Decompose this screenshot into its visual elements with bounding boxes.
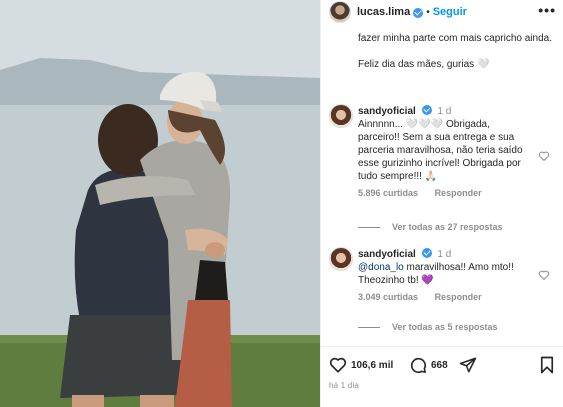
comments-scroll-area[interactable]: fazer minha parte com mais capricho aind… — [321, 26, 563, 346]
comment-like-heart-icon[interactable] — [538, 269, 550, 281]
caption-line-1: fazer minha parte com mais capricho aind… — [358, 33, 552, 44]
post-header: lucas.lima • Seguir ••• — [321, 0, 563, 24]
view-replies-label: Ver todas as 27 respostas — [392, 222, 503, 232]
comment-text: Ainnnnn... 🤍🤍🤍 Obrigada, parceiro!! Sem … — [358, 119, 523, 182]
comment-avatar[interactable] — [329, 104, 353, 128]
verified-badge-icon — [421, 248, 432, 258]
save-bookmark-icon[interactable] — [539, 356, 555, 374]
view-replies-link[interactable]: Ver todas as 27 respostas — [358, 222, 503, 232]
like-heart-icon[interactable] — [329, 356, 347, 374]
replies-divider-line — [358, 326, 380, 328]
comment-like-heart-icon[interactable] — [538, 150, 550, 162]
comment-avatar[interactable] — [329, 247, 353, 271]
replies-divider-line — [358, 226, 380, 228]
share-paper-plane-icon[interactable] — [459, 356, 477, 374]
comment-time[interactable]: 1 d — [437, 106, 451, 117]
post-time-ago[interactable]: há 1 dia — [329, 381, 359, 390]
comment-mention[interactable]: @dona_lo — [358, 262, 404, 273]
comment-body: sandyoficial 1 d @dona_lo maravilhosa!! … — [358, 247, 528, 304]
header-separator: • — [426, 6, 430, 18]
caption-line-2: Feliz dia das mães, gurias 🤍 — [358, 59, 490, 70]
post-photo[interactable] — [0, 0, 320, 407]
comment-username[interactable]: sandyoficial — [358, 106, 416, 117]
comment-likes[interactable]: 5.896 curtidas — [358, 188, 418, 198]
author-avatar[interactable] — [329, 1, 351, 23]
comment-bubble-icon[interactable] — [409, 356, 427, 374]
follow-button[interactable]: Seguir — [433, 6, 467, 18]
instagram-post: lucas.lima • Seguir ••• fazer minha part… — [0, 0, 563, 407]
comment-meta: 3.049 curtidas Responder — [358, 291, 528, 304]
view-replies-link[interactable]: Ver todas as 5 respostas — [358, 322, 498, 332]
comment-body: sandyoficial 1 d Ainnnnn... 🤍🤍🤍 Obrigada… — [358, 104, 528, 200]
comments-count[interactable]: 668 — [431, 360, 448, 371]
view-replies-label: Ver todas as 5 respostas — [392, 322, 498, 332]
comment-time[interactable]: 1 d — [437, 249, 451, 260]
post-caption: fazer minha parte com mais capricho aind… — [358, 32, 553, 84]
comment-likes[interactable]: 3.049 curtidas — [358, 292, 418, 302]
verified-badge-icon — [413, 8, 424, 18]
more-options-icon[interactable]: ••• — [538, 2, 556, 18]
comment-username[interactable]: sandyoficial — [358, 249, 416, 260]
post-actions-bar: 106,6 mil 668 — [321, 346, 563, 382]
author-username[interactable]: lucas.lima — [357, 6, 410, 18]
comment-text-wrap: @dona_lo maravilhosa!! Amo mto!! Theozin… — [358, 261, 528, 287]
reply-button[interactable]: Responder — [435, 188, 482, 198]
verified-badge-icon — [421, 105, 432, 115]
photo-illustration — [0, 0, 320, 407]
reply-button[interactable]: Responder — [435, 292, 482, 302]
post-side-panel: lucas.lima • Seguir ••• fazer minha part… — [320, 0, 563, 407]
likes-count[interactable]: 106,6 mil — [351, 360, 393, 371]
comment-meta: 5.896 curtidas Responder — [358, 187, 528, 200]
